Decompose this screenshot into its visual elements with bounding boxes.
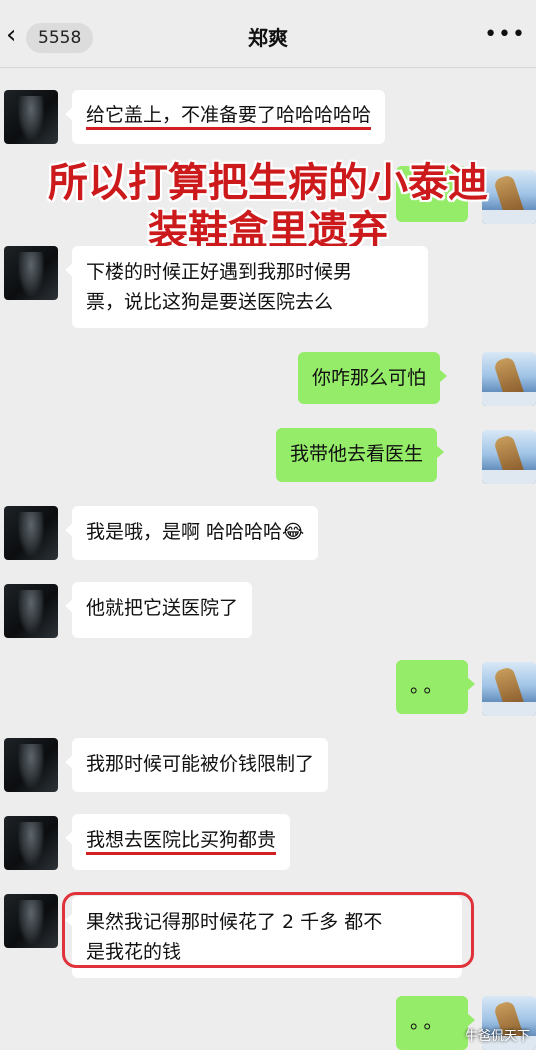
overlay-caption-line1: 所以打算把生病的小泰迪 <box>48 160 488 206</box>
message-text: 。。 <box>410 675 447 697</box>
message-text: 我带他去看医生 <box>290 443 424 465</box>
contact-avatar[interactable] <box>4 894 58 948</box>
contact-avatar[interactable] <box>4 246 58 300</box>
self-avatar[interactable] <box>482 352 536 406</box>
contact-avatar[interactable] <box>4 506 58 560</box>
message-text-line: 票，说比这狗是要送医院去么 <box>86 291 334 313</box>
self-avatar[interactable] <box>482 430 536 484</box>
message-bubble-outgoing[interactable]: 你咋那么可怕 <box>298 352 448 404</box>
message-text: 我那时候可能被价钱限制了 <box>86 753 315 775</box>
contact-avatar[interactable] <box>4 738 58 792</box>
message-bubble-outgoing[interactable]: 。。 <box>396 660 475 714</box>
contact-avatar[interactable] <box>4 816 58 870</box>
message-bubble-incoming[interactable]: 我那时候可能被价钱限制了 <box>64 738 329 792</box>
message-text: 他就把它送医院了 <box>86 597 239 619</box>
message-text: 给它盖上，不准备要了哈哈哈哈哈 <box>86 104 372 130</box>
message-bubble-outgoing[interactable]: 。。 <box>396 996 475 1050</box>
message-text: 。。 <box>410 1011 447 1033</box>
message-text-line: 下楼的时候正好遇到我那时候男 <box>86 261 353 283</box>
message-text: 你咋那么可怕 <box>312 367 427 389</box>
message-bubble-incoming[interactable]: 我想去医院比买狗都贵 <box>64 814 291 870</box>
self-avatar[interactable] <box>482 662 536 716</box>
chat-title: 郑爽 <box>248 26 288 50</box>
message-bubble-incoming[interactable]: 下楼的时候正好遇到我那时候男 票，说比这狗是要送医院去么 <box>65 246 428 328</box>
message-text: 我是哦，是啊 哈哈哈哈😂 <box>86 521 305 543</box>
contact-avatar[interactable] <box>4 584 58 638</box>
watermark: 牛爸侃天下 <box>464 1029 530 1044</box>
contact-avatar[interactable] <box>4 90 58 144</box>
more-dots-icon[interactable]: ••• <box>484 20 526 50</box>
highlight-box <box>62 892 474 968</box>
message-bubble-incoming[interactable]: 他就把它送医院了 <box>64 582 253 638</box>
message-text: 我想去医院比买狗都贵 <box>86 829 277 855</box>
message-bubble-incoming[interactable]: 我是哦，是啊 哈哈哈哈😂 <box>64 506 319 560</box>
chat-header: ‹ 5558 郑爽 ••• <box>0 0 536 68</box>
message-bubble-incoming[interactable]: 给它盖上，不准备要了哈哈哈哈哈 <box>64 90 386 144</box>
message-bubble-outgoing[interactable]: 我带他去看医生 <box>276 428 445 482</box>
